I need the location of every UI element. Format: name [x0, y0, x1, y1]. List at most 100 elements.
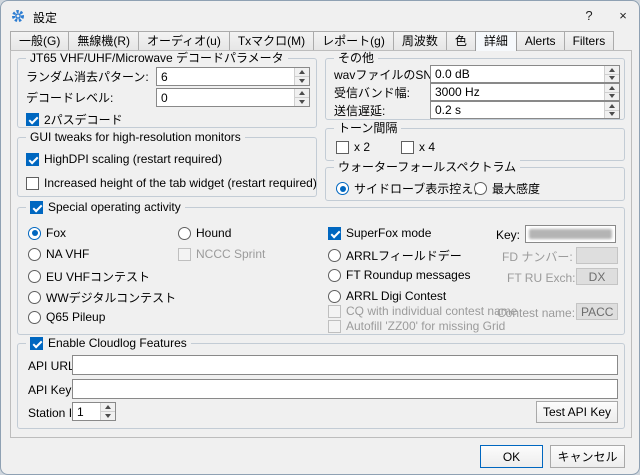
spin-controls — [100, 403, 115, 420]
spin-up-button[interactable] — [101, 403, 115, 411]
superfox-mode-checkbox[interactable]: SuperFox mode — [328, 226, 431, 240]
spin-controls — [294, 68, 309, 85]
spin-down-button[interactable] — [605, 73, 619, 82]
radio-icon — [328, 268, 341, 282]
nccc-sprint-checkbox: NCCC Sprint — [178, 247, 265, 261]
fd-number-label: FD ナンバー: — [502, 250, 573, 264]
spin-controls — [294, 89, 309, 106]
tab-advanced[interactable]: 詳細 — [474, 31, 517, 51]
two-pass-checkbox[interactable]: 2パスデコード — [26, 111, 123, 128]
tab-general[interactable]: 一般(G) — [10, 31, 70, 50]
window-title: 設定 — [33, 11, 58, 25]
spin-up-button[interactable] — [295, 68, 309, 76]
spin-up-button[interactable] — [605, 66, 619, 74]
spin-down-button[interactable] — [295, 97, 309, 106]
checkbox-icon — [26, 152, 39, 166]
rx-bandwidth-label: 受信バンド幅: — [334, 86, 410, 100]
arrl-digi-contest-radio[interactable]: ARRL Digi Contest — [328, 289, 446, 303]
hound-label: Hound — [196, 226, 232, 240]
gui-tweaks-group: GUI tweaks for high-resolution monitors … — [17, 130, 317, 197]
checkbox-icon — [401, 140, 414, 154]
tab-alerts[interactable]: Alerts — [515, 31, 565, 50]
spin-controls — [604, 84, 619, 100]
cancel-button[interactable]: キャンセル — [550, 445, 625, 468]
spin-down-button[interactable] — [605, 91, 619, 100]
api-url-input[interactable] — [72, 355, 618, 375]
spin-up-button[interactable] — [295, 89, 309, 97]
close-button[interactable]: × — [607, 1, 639, 31]
api-url-label: API URL: — [28, 359, 79, 373]
superfox-key-field[interactable] — [525, 225, 616, 243]
up-arrow-icon — [299, 70, 305, 74]
checkbox-icon — [30, 337, 43, 350]
help-button[interactable]: ? — [573, 1, 605, 31]
spin-up-button[interactable] — [605, 102, 619, 110]
wav-sn-spinbox[interactable]: 0.0 dB — [430, 65, 620, 83]
arrl-field-day-radio[interactable]: ARRLフィールドデー — [328, 247, 462, 264]
checkbox-icon — [328, 319, 341, 333]
radio-icon — [28, 291, 41, 304]
tone-x2-checkbox[interactable]: x 2 — [336, 140, 370, 154]
fox-radio[interactable]: Fox — [28, 226, 66, 240]
tab-tx-macros[interactable]: Txマクロ(M) — [228, 31, 315, 50]
tab-filters[interactable]: Filters — [563, 31, 615, 50]
spin-down-button[interactable] — [295, 76, 309, 85]
tab-colors[interactable]: 色 — [445, 31, 476, 50]
eu-vhf-contest-radio[interactable]: EU VHFコンテスト — [28, 268, 150, 285]
tab-reporting[interactable]: レポート(g) — [313, 31, 394, 50]
random-erasure-spinbox[interactable]: 6 — [156, 67, 310, 86]
highdpi-label: HighDPI scaling (restart required) — [44, 152, 223, 166]
contest-name-label: Contest name: — [497, 306, 576, 320]
decode-level-label: デコードレベル: — [26, 91, 114, 105]
radio-icon — [28, 226, 41, 240]
q65-pileup-radio[interactable]: Q65 Pileup — [28, 310, 105, 324]
radio-icon — [336, 182, 349, 195]
tab-widget-height-checkbox[interactable]: Increased height of the tab widget (rest… — [26, 176, 317, 190]
checkbox-icon — [26, 113, 39, 126]
rx-bandwidth-spinbox[interactable]: 3000 Hz — [430, 83, 620, 101]
ft-ru-exch-field — [576, 268, 618, 285]
tab-radio[interactable]: 無線機(R) — [68, 31, 139, 50]
ok-button[interactable]: OK — [480, 445, 543, 468]
spin-controls — [604, 102, 619, 118]
radio-icon — [474, 182, 487, 195]
cq-contest-name-checkbox: CQ with individual contest name — [328, 304, 517, 318]
key-redacted-value — [529, 229, 612, 239]
spin-down-button[interactable] — [605, 109, 619, 118]
up-arrow-icon — [609, 85, 615, 90]
low-sidelobes-label: サイドローブ表示控え目 — [354, 182, 486, 196]
tab-audio[interactable]: オーディオ(u) — [138, 31, 230, 50]
down-arrow-icon — [609, 76, 615, 81]
fox-label: Fox — [46, 226, 67, 240]
tx-delay-spinbox[interactable]: 0.2 s — [430, 101, 620, 119]
contest-name-field — [576, 303, 618, 320]
na-vhf-radio[interactable]: NA VHF — [28, 247, 89, 261]
tab-frequencies[interactable]: 周波数 — [392, 31, 447, 50]
ww-digi-contest-radio[interactable]: WWデジタルコンテスト — [28, 289, 176, 306]
special-activity-checkbox[interactable] — [30, 201, 43, 214]
hound-radio[interactable]: Hound — [178, 226, 231, 240]
down-arrow-icon — [609, 94, 615, 99]
radio-icon — [328, 249, 341, 262]
station-id-spinbox[interactable]: 1 — [72, 402, 116, 421]
station-id-value: 1 — [77, 404, 84, 419]
settings-gear-icon — [11, 9, 25, 23]
checkbox-icon — [336, 140, 349, 154]
highdpi-checkbox[interactable]: HighDPI scaling (restart required) — [26, 152, 222, 166]
decode-level-spinbox[interactable]: 0 — [156, 88, 310, 107]
down-arrow-icon — [105, 414, 111, 418]
tone-x4-checkbox[interactable]: x 4 — [401, 140, 435, 154]
waterfall-group: ウォーターフォールスペクトラム サイドローブ表示控え目 最大感度 — [325, 160, 625, 201]
tab-widget-height-label: Increased height of the tab widget (rest… — [44, 176, 317, 190]
q65-pileup-label: Q65 Pileup — [46, 310, 106, 324]
test-api-key-button[interactable]: Test API Key — [536, 401, 618, 423]
most-sensitive-radio[interactable]: 最大感度 — [474, 180, 540, 197]
cloudlog-enable-checkbox[interactable] — [30, 337, 43, 350]
spin-up-button[interactable] — [605, 84, 619, 92]
cloudlog-group: Enable Cloudlog Features API URL: API Ke… — [17, 336, 625, 429]
low-sidelobes-radio[interactable]: サイドローブ表示控え目 — [336, 180, 485, 197]
api-key-input[interactable] — [72, 379, 618, 399]
misc-group-title: その他 — [334, 51, 379, 66]
spin-down-button[interactable] — [101, 411, 115, 420]
ft-roundup-radio[interactable]: FT Roundup messages — [328, 268, 471, 282]
